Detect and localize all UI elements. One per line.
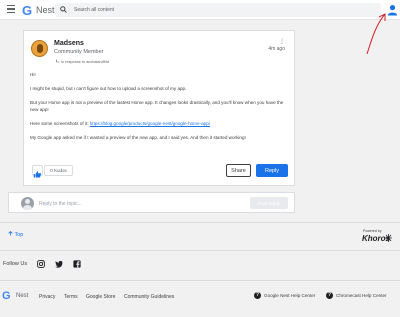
post-timestamp: 4m ago bbox=[268, 46, 285, 52]
google-store-link[interactable]: Google Store bbox=[86, 294, 115, 300]
post-options-icon[interactable]: ⋮ bbox=[279, 39, 285, 45]
divider bbox=[0, 250, 400, 251]
footer-brand[interactable]: Nest bbox=[16, 293, 28, 299]
divider bbox=[0, 280, 400, 281]
post-paragraph: I might be stupid, but i can't figure ou… bbox=[30, 85, 187, 91]
twitter-icon[interactable] bbox=[55, 260, 63, 268]
share-button[interactable]: Share bbox=[226, 164, 251, 177]
google-logo[interactable]: G bbox=[22, 3, 32, 18]
annotation-arrow bbox=[366, 13, 386, 55]
powered-by-label: Powered by bbox=[363, 229, 382, 233]
search-bar[interactable] bbox=[55, 3, 381, 17]
follow-us-label: Follow Us bbox=[3, 261, 28, 267]
back-to-top-link[interactable]: Top bbox=[8, 230, 23, 238]
post-paragraph: Hi! bbox=[30, 72, 36, 77]
nest-help-center-link[interactable]: Google Nest Help Center bbox=[264, 293, 315, 298]
search-icon[interactable] bbox=[60, 6, 67, 13]
top-header: G Nest bbox=[0, 0, 400, 20]
reply-to-link[interactable]: anchalaruff4d bbox=[86, 60, 109, 64]
search-input[interactable] bbox=[74, 4, 364, 16]
post-paragraph: My Google app asked me if I wanted a pre… bbox=[30, 134, 246, 140]
reply-arrow-icon bbox=[56, 59, 60, 63]
author-name[interactable]: Madsens bbox=[54, 40, 84, 47]
blog-link[interactable]: https://blog.google/products/google-nest… bbox=[90, 121, 210, 126]
author-rank: Community Member bbox=[54, 49, 104, 55]
community-guidelines-link[interactable]: Community Guidelines bbox=[124, 294, 174, 300]
like-button[interactable] bbox=[32, 165, 43, 179]
hamburger-icon[interactable] bbox=[7, 5, 15, 14]
reply-composer: Post Reply bbox=[8, 192, 295, 213]
chromecast-help-center-link[interactable]: Chromecast Help Center bbox=[336, 293, 387, 298]
like-icon[interactable] bbox=[33, 170, 42, 179]
post-reply-button[interactable]: Post Reply bbox=[250, 197, 288, 209]
privacy-link[interactable]: Privacy bbox=[39, 294, 55, 300]
post-card: Madsens Community Member In response to … bbox=[23, 30, 295, 186]
post-paragraph: Here some screenshots of it: https://blo… bbox=[30, 121, 211, 127]
reply-button[interactable]: Reply bbox=[256, 164, 288, 177]
terms-link[interactable]: Terms bbox=[64, 294, 78, 300]
facebook-icon[interactable] bbox=[73, 260, 81, 268]
help-icon: ? bbox=[254, 292, 261, 299]
divider bbox=[0, 222, 400, 223]
kudos-count[interactable]: 0 Kudos bbox=[44, 165, 73, 176]
instagram-icon[interactable] bbox=[37, 260, 45, 268]
post-body: Hi! I might be stupid, but i can't figur… bbox=[30, 71, 288, 148]
avatar[interactable] bbox=[31, 40, 48, 57]
in-response-to: In response to anchalaruff4d bbox=[56, 59, 109, 64]
arrow-up-icon bbox=[8, 230, 13, 236]
help-icon: ? bbox=[326, 292, 333, 299]
post-paragraph: But your Home app is not a preview of th… bbox=[30, 99, 284, 113]
khoros-icon bbox=[385, 234, 392, 242]
user-avatar bbox=[21, 197, 34, 210]
brand-name[interactable]: Nest bbox=[36, 5, 55, 15]
footer-google-logo[interactable]: G bbox=[2, 290, 11, 302]
reply-input[interactable] bbox=[39, 198, 239, 209]
